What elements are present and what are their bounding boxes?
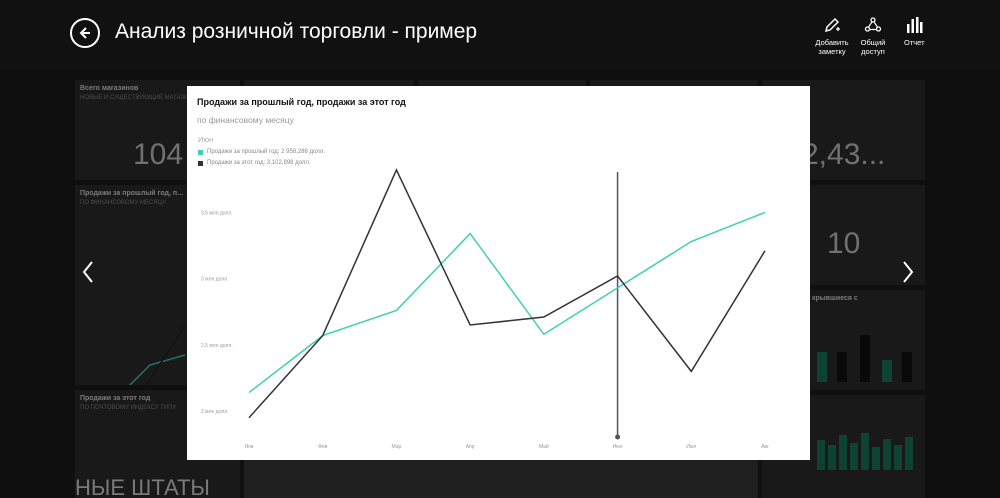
add-note-button[interactable]: Добавить заметку bbox=[815, 16, 849, 56]
previous-tile-button[interactable] bbox=[80, 258, 96, 286]
x-tick-label: Авг bbox=[761, 444, 769, 450]
x-tick-label: Апр bbox=[466, 444, 475, 450]
x-tick-label: Май bbox=[539, 443, 549, 450]
x-tick-label: Июл bbox=[686, 444, 696, 450]
legend-item-this-year[interactable]: Продажи за этот год: 3,102,898 долл. bbox=[198, 160, 311, 166]
arrow-left-icon bbox=[79, 27, 90, 39]
legend-label-last-year: Продажи за прошлый год: 2 958,286 долл. bbox=[207, 149, 325, 155]
legend-label-this-year: Продажи за этот год: 3,102,898 долл. bbox=[207, 160, 311, 166]
share-label: Общий доступ bbox=[860, 38, 886, 56]
series-line-this-year[interactable] bbox=[248, 168, 766, 419]
y-tick-label: 2 млн долл. bbox=[201, 409, 229, 415]
share-button[interactable]: Общий доступ bbox=[858, 16, 888, 56]
y-tick-label: 3 млн долл. bbox=[201, 277, 229, 283]
share-icon bbox=[864, 17, 882, 32]
line-chart[interactable]: 2 млн долл. 2,5 млн долл. 3 млн долл. 3,5 м… bbox=[187, 86, 810, 460]
legend-title: Июн bbox=[198, 135, 214, 144]
hover-cursor-handle[interactable] bbox=[615, 434, 621, 440]
chart-focus-panel: 2 млн долл. 2,5 млн долл. 3 млн долл. 3,5 м… bbox=[187, 86, 810, 460]
legend-swatch-last-year bbox=[198, 149, 203, 155]
back-button[interactable] bbox=[70, 18, 100, 48]
x-tick-label: Фев bbox=[318, 444, 328, 450]
chevron-left-icon bbox=[82, 261, 93, 283]
chart-title: Продажи за прошлый год, продажи за этот … bbox=[197, 97, 406, 107]
x-tick-label: Июн bbox=[613, 444, 623, 450]
x-tick-label: Мар bbox=[392, 444, 402, 450]
legend-swatch-this-year bbox=[198, 160, 203, 166]
x-tick-label: Янв bbox=[244, 444, 253, 450]
y-tick-label: 2,5 млн долл. bbox=[201, 343, 233, 349]
add-note-label: Добавить заметку bbox=[815, 38, 849, 56]
pen-note-icon bbox=[824, 17, 840, 33]
chevron-right-icon bbox=[903, 261, 914, 283]
report-button[interactable]: Отчет bbox=[904, 16, 925, 47]
legend-item-last-year[interactable]: Продажи за прошлый год: 2 958,286 долл. bbox=[198, 149, 325, 155]
page-title: Анализ розничной торговли - пример bbox=[115, 20, 478, 43]
chart-subtitle: по финансовому месяцу bbox=[197, 115, 294, 125]
y-tick-label: 3,5 млн долл. bbox=[201, 210, 233, 216]
report-label: Отчет bbox=[904, 38, 925, 47]
next-tile-button[interactable] bbox=[900, 258, 916, 286]
bar-chart-icon bbox=[907, 17, 923, 33]
top-bar: Анализ розничной торговли - пример Добав… bbox=[0, 0, 1000, 70]
